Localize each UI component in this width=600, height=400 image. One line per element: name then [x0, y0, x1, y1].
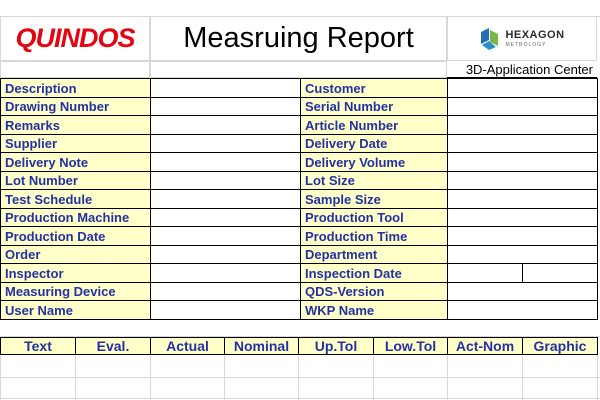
- quindos-logo: QUINDOS: [0, 16, 150, 61]
- field-value[interactable]: [150, 134, 301, 153]
- field-label: Test Schedule: [0, 189, 151, 209]
- field-label: Supplier: [0, 134, 151, 153]
- column-gridline: [150, 355, 151, 400]
- column-gridline: [75, 355, 76, 400]
- field-value[interactable]: [447, 245, 598, 264]
- field-value[interactable]: [150, 282, 301, 301]
- field-value[interactable]: [150, 97, 301, 116]
- column-header: Eval.: [75, 337, 151, 355]
- field-value[interactable]: [150, 171, 301, 190]
- field-value[interactable]: [447, 282, 598, 301]
- field-label: Production Time: [300, 226, 448, 246]
- field-value[interactable]: [447, 152, 598, 172]
- field-label: Delivery Date: [300, 134, 448, 153]
- spacer-row-mid: [150, 61, 447, 78]
- spacer-row-left: [0, 61, 150, 78]
- subtitle-application-center: 3D-Application Center: [447, 61, 597, 78]
- field-value[interactable]: [447, 189, 598, 209]
- field-value[interactable]: [447, 226, 598, 246]
- field-value[interactable]: [447, 134, 598, 153]
- column-gridline: [373, 355, 374, 400]
- field-label: WKP Name: [300, 300, 448, 320]
- field-label: Department: [300, 245, 448, 264]
- column-header: Text: [0, 337, 76, 355]
- field-value[interactable]: [522, 263, 598, 283]
- column-gridline: [298, 355, 299, 400]
- column-header: Up.Tol: [298, 337, 374, 355]
- field-value[interactable]: [150, 300, 301, 320]
- field-label: Inspector: [0, 263, 151, 283]
- field-label: Description: [0, 78, 151, 98]
- row-gridline: [0, 398, 600, 399]
- field-label: Production Tool: [300, 208, 448, 227]
- field-value[interactable]: [447, 97, 598, 116]
- field-label: Lot Number: [0, 171, 151, 190]
- field-label: Delivery Volume: [300, 152, 448, 172]
- field-label: Drawing Number: [0, 97, 151, 116]
- field-label: Production Date: [0, 226, 151, 246]
- column-header: Actual: [150, 337, 225, 355]
- field-label: Lot Size: [300, 171, 448, 190]
- field-label: Inspection Date: [300, 263, 448, 283]
- hexagon-logo: HEXAGON METROLOGY: [447, 16, 597, 61]
- field-label: Production Machine: [0, 208, 151, 227]
- hexagon-icon: [481, 27, 499, 50]
- page-title: Measruing Report: [150, 16, 447, 61]
- field-value[interactable]: [447, 78, 598, 98]
- field-label: Measuring Device: [0, 282, 151, 301]
- field-label: Remarks: [0, 115, 151, 135]
- column-gridline: [522, 355, 523, 400]
- column-header: Act-Nom: [447, 337, 523, 355]
- field-value[interactable]: [150, 78, 301, 98]
- quindos-logo-text: QUINDOS: [15, 23, 135, 53]
- field-value[interactable]: [447, 263, 523, 283]
- field-value[interactable]: [150, 208, 301, 227]
- field-value[interactable]: [150, 245, 301, 264]
- field-label: Article Number: [300, 115, 448, 135]
- column-gridline: [0, 355, 1, 400]
- field-label: Customer: [300, 78, 448, 98]
- field-value[interactable]: [150, 152, 301, 172]
- field-label: QDS-Version: [300, 282, 448, 301]
- field-value[interactable]: [447, 300, 598, 320]
- field-label: Sample Size: [300, 189, 448, 209]
- column-header: Graphic: [522, 337, 598, 355]
- column-gridline: [597, 355, 598, 400]
- column-header: Low.Tol: [373, 337, 448, 355]
- field-value[interactable]: [150, 263, 301, 283]
- field-value[interactable]: [150, 115, 301, 135]
- row-gridline: [0, 377, 600, 378]
- field-value[interactable]: [447, 115, 598, 135]
- field-value[interactable]: [150, 226, 301, 246]
- column-gridline: [224, 355, 225, 400]
- column-gridline: [447, 355, 448, 400]
- field-value[interactable]: [150, 189, 301, 209]
- field-label: User Name: [0, 300, 151, 320]
- hexagon-logo-sub: METROLOGY: [505, 41, 547, 48]
- field-value[interactable]: [447, 208, 598, 227]
- field-label: Delivery Note: [0, 152, 151, 172]
- field-value[interactable]: [447, 171, 598, 190]
- field-label: Order: [0, 245, 151, 264]
- hexagon-logo-name: HEXAGON: [505, 28, 565, 41]
- column-header: Nominal: [224, 337, 299, 355]
- field-label: Serial Number: [300, 97, 448, 116]
